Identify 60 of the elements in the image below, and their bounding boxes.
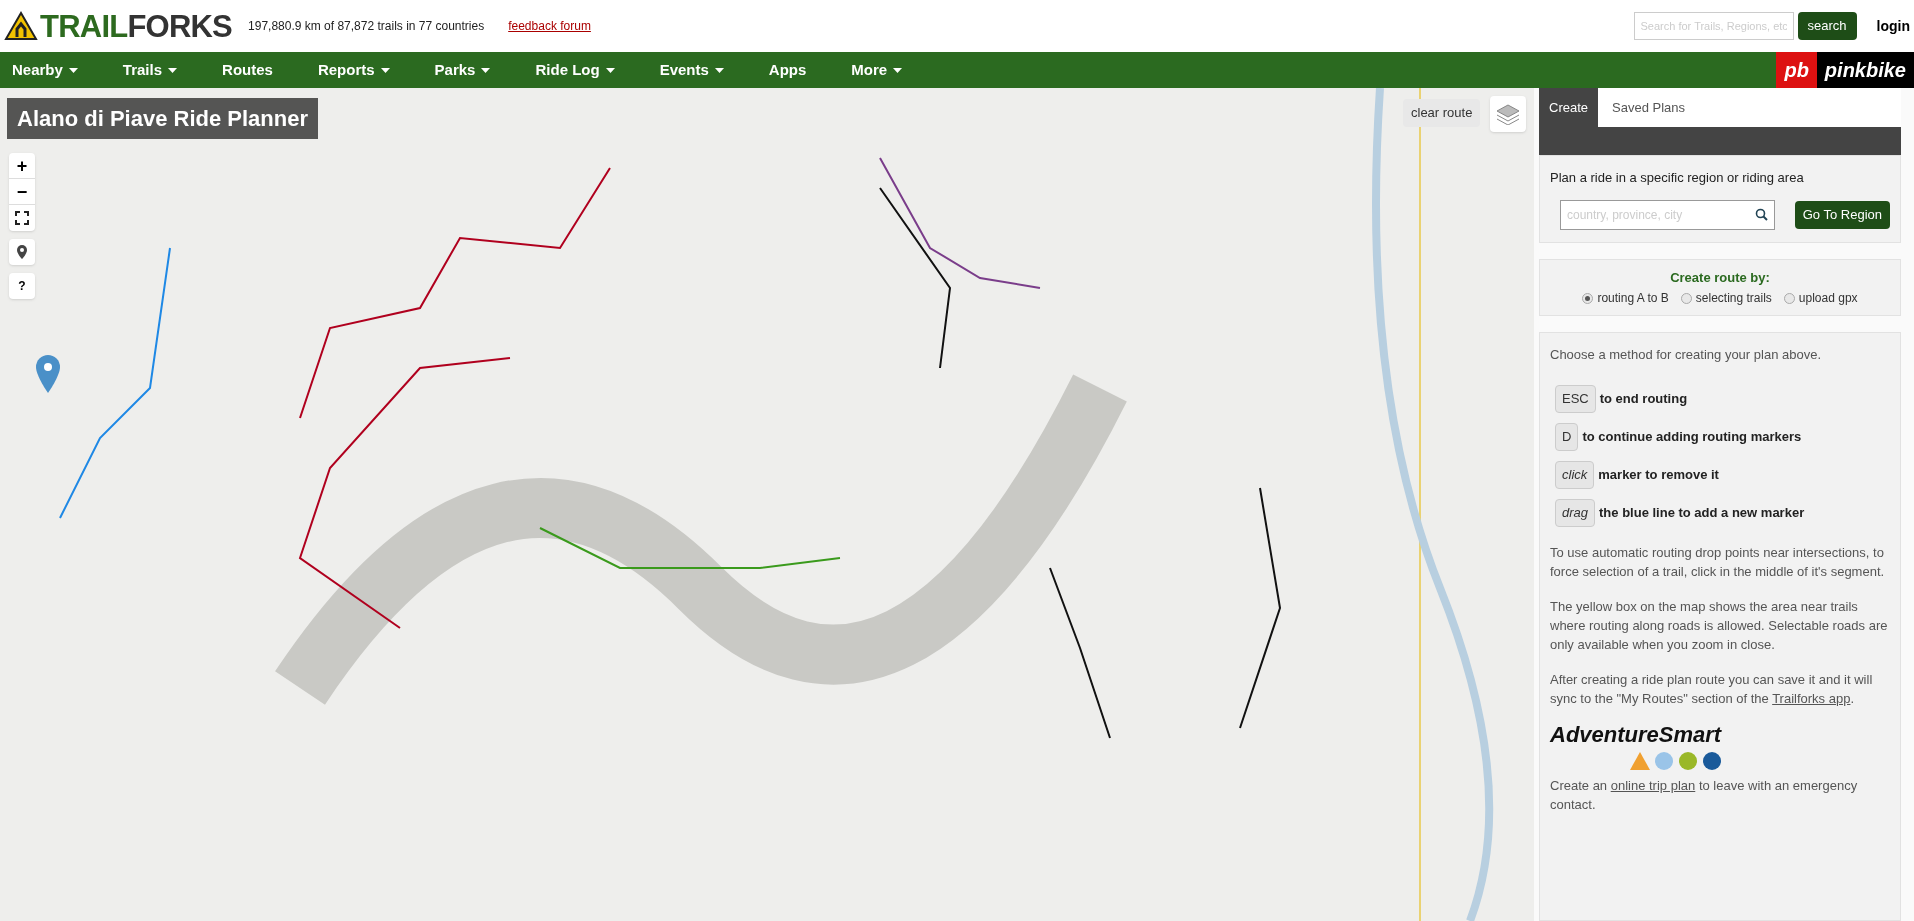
key-description: to continue adding routing markers <box>1582 427 1802 446</box>
nav-item[interactable]: Routes <box>210 58 285 82</box>
route-option[interactable]: upload gpx <box>1783 289 1858 307</box>
nav-item[interactable]: Apps <box>756 58 819 82</box>
route-option[interactable]: selecting trails <box>1680 289 1772 307</box>
region-prompt: Plan a ride in a specific region or riding area <box>1550 169 1805 187</box>
caret-icon <box>380 67 390 73</box>
caret-icon <box>893 67 903 73</box>
help-button[interactable]: ? <box>9 273 35 299</box>
key-cap: D <box>1555 422 1579 451</box>
radio-button[interactable] <box>1680 292 1692 304</box>
nav-item[interactable]: Reports <box>305 58 402 82</box>
help-paragraph: To use automatic routing drop points near intersections, to force selection of a trail, click in the middle of it's segment. <box>1550 543 1886 581</box>
clear-route-button[interactable]: clear route <box>1403 99 1481 127</box>
sync-paragraph: After creating a ride plan route you can save it and it will sync to the "My Routes" section of the Trailforks app. <box>1550 670 1874 708</box>
layers-icon <box>1496 103 1520 125</box>
trailforks-logo[interactable]: TRAILFORKS <box>40 10 233 42</box>
search-button[interactable]: search <box>1797 12 1857 40</box>
trip-plan-link[interactable]: online trip plan <box>1610 777 1696 793</box>
caret-icon <box>68 67 78 73</box>
zoom-in-button[interactable]: + <box>9 153 35 179</box>
caret-icon <box>605 67 615 73</box>
locate-button[interactable] <box>9 239 35 265</box>
trip-plan-paragraph: Create an online trip plan to leave with an emergency contact. <box>1550 776 1859 814</box>
nav-item[interactable]: Ride Log <box>523 58 627 82</box>
caret-icon <box>481 67 491 73</box>
nav-item[interactable]: Events <box>647 58 736 82</box>
key-description: marker to remove it <box>1598 465 1719 484</box>
key-description: to end routing <box>1599 389 1688 408</box>
nav-item[interactable]: Nearby <box>0 58 90 82</box>
logo-icon <box>4 11 38 41</box>
map-pin-icon <box>17 245 27 259</box>
map-title: Alano di Piave Ride Planner <box>7 98 318 139</box>
fullscreen-icon <box>15 211 29 225</box>
caret-icon <box>168 67 178 73</box>
layers-button[interactable] <box>1490 96 1526 132</box>
radio-button[interactable] <box>1783 292 1795 304</box>
map-area[interactable]: Alano di Piave Ride Planner + − ? clear route <box>0 88 1534 921</box>
adventuresmart-logo: AdventureSmart <box>1550 723 1723 746</box>
zoom-out-button[interactable]: − <box>9 179 35 205</box>
radio-button[interactable] <box>1582 292 1594 304</box>
nav-item[interactable]: More <box>839 58 915 82</box>
key-cap: drag <box>1555 498 1596 527</box>
map-marker-icon[interactable] <box>36 355 60 393</box>
go-to-region-button[interactable]: Go To Region <box>1794 200 1890 229</box>
nav-item[interactable]: Trails <box>110 58 190 82</box>
route-option[interactable]: routing A to B <box>1582 289 1669 307</box>
key-description: the blue line to add a new marker <box>1599 503 1805 522</box>
help-paragraph: The yellow box on the map shows the area near trails where routing along roads is allowed. Selectable roads are only available when you zoom in close. <box>1550 597 1889 654</box>
feedback-link[interactable]: feedback forum <box>508 17 591 35</box>
search-icon <box>1754 207 1768 221</box>
caret-icon <box>714 67 724 73</box>
key-cap: ESC <box>1555 384 1596 413</box>
panel-tab[interactable]: Create <box>1539 88 1599 127</box>
key-cap: click <box>1555 460 1595 489</box>
method-hint: Choose a method for creating your plan above. <box>1550 346 1822 364</box>
route-by-title: Create route by: <box>1670 268 1770 287</box>
login-link[interactable]: login <box>1876 15 1910 37</box>
nav-item[interactable]: Parks <box>422 58 503 82</box>
stats-text: 197,880.9 km of 87,872 trails in 77 countries <box>248 18 485 35</box>
